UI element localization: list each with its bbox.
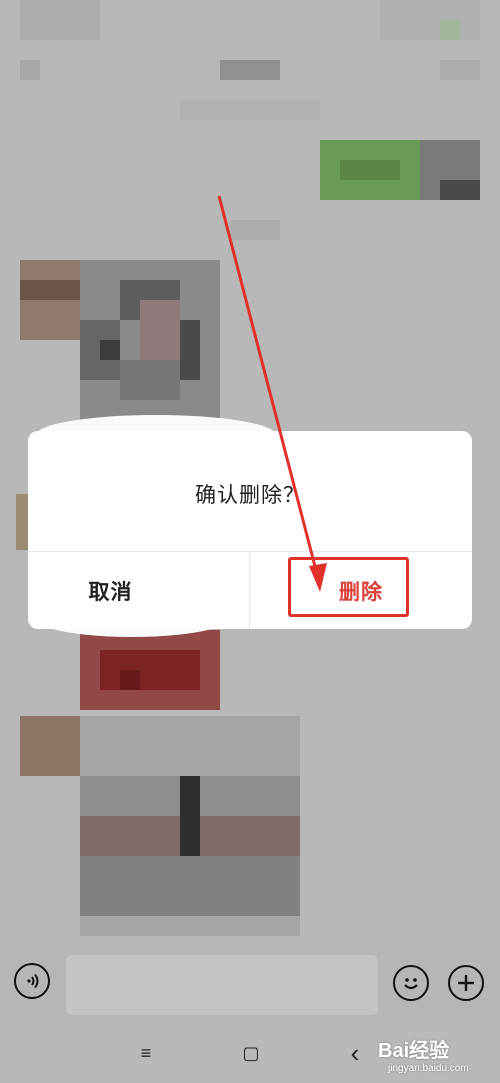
plus-icon bbox=[458, 975, 474, 991]
back-nav-button[interactable]: ‹ bbox=[340, 1038, 370, 1068]
emoji-button[interactable] bbox=[393, 965, 429, 1001]
menu-icon: ≡ bbox=[140, 1042, 152, 1063]
home-icon: ▢ bbox=[242, 1042, 260, 1063]
menu-nav-button[interactable]: ≡ bbox=[131, 1038, 161, 1068]
back-icon: ‹ bbox=[350, 1037, 360, 1068]
more-button[interactable] bbox=[448, 965, 484, 1001]
voice-button[interactable] bbox=[14, 963, 50, 999]
annotation-arrow bbox=[217, 195, 327, 592]
watermark-url: jingyan.baidu.com bbox=[388, 1063, 469, 1074]
voice-icon bbox=[27, 973, 39, 989]
watermark-logo: Bai经验 bbox=[378, 1040, 450, 1062]
home-nav-button[interactable]: ▢ bbox=[236, 1038, 266, 1068]
message-input[interactable] bbox=[66, 955, 378, 1015]
emoji-icon bbox=[404, 978, 418, 990]
